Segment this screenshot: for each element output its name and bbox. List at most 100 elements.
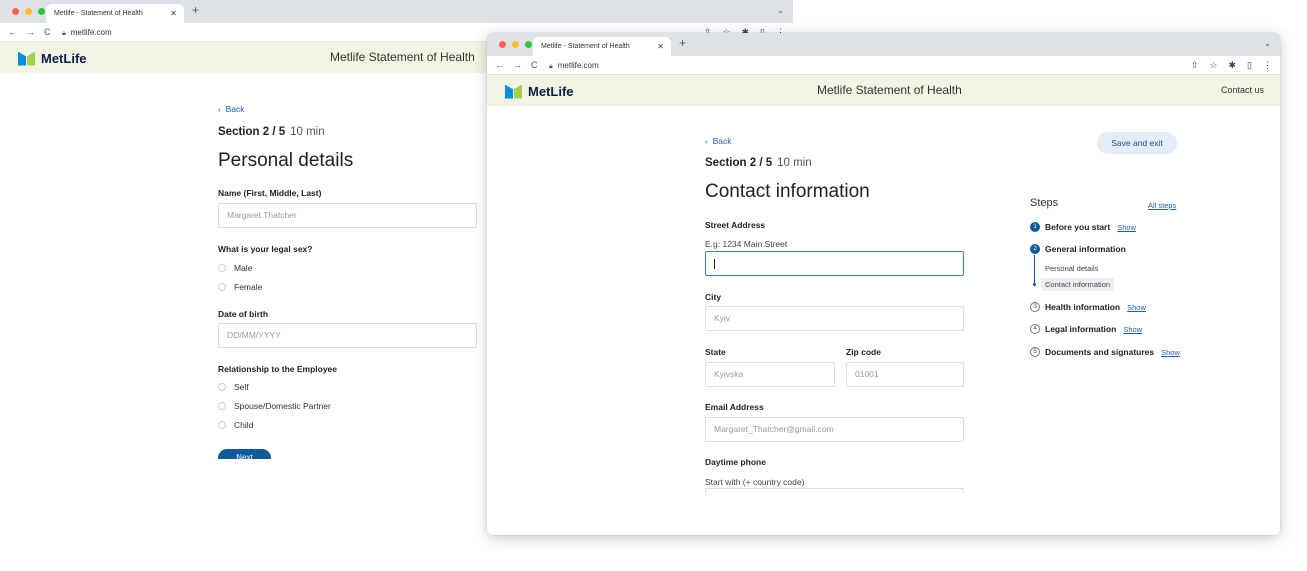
puzzle-icon[interactable]: ✱ [1229,56,1237,75]
legal-sex-label: What is your legal sex? [218,244,313,254]
sidebar-icon[interactable]: ▯ [1247,56,1252,75]
radio-self[interactable]: Self [218,382,249,392]
step-label: Before you start [1045,222,1111,232]
lock-icon: 🔒︎ [62,30,66,37]
star-icon[interactable]: ☆ [1209,56,1217,75]
back-link[interactable]: ‹ Back [705,136,731,146]
phone-label: Daytime phone [705,457,766,467]
tab-title: Metlife - Statement of Health [541,43,630,50]
forward-arrow-icon[interactable]: → [26,23,35,42]
minimize-window-icon[interactable] [25,8,32,15]
plus-icon[interactable]: + [192,3,199,17]
section-number: Section 2 / 5 [705,157,773,169]
email-input[interactable]: Margaret_Thatcher@gmail.com [705,417,964,442]
radio-label: Male [234,263,253,273]
zip-input[interactable]: 01001 [846,362,964,387]
page-fold [487,493,1280,535]
street-input[interactable] [705,251,964,276]
radio-male[interactable]: Male [218,263,252,273]
url-field[interactable]: 🔒︎ metlife.com [62,23,112,43]
app-header: MetLife Metlife Statement of Health Cont… [487,75,1280,106]
show-link[interactable]: Show [1127,303,1146,312]
close-window-icon[interactable] [12,8,19,15]
state-label: State [705,347,726,357]
street-label: Street Address [705,220,766,230]
close-icon[interactable]: ✕ [657,37,664,56]
logo-mark-icon [505,84,522,99]
chevron-left-icon: ‹ [705,136,708,146]
share-icon[interactable]: ⇧ [1191,56,1199,75]
progress-line [1034,255,1035,285]
show-link[interactable]: Show [1123,325,1142,334]
window-controls [499,41,532,48]
radio-circle [218,264,226,272]
step-number: 3 [1030,302,1040,312]
back-arrow-icon[interactable]: ← [495,56,504,75]
back-arrow-icon[interactable]: ← [8,23,17,42]
zip-label: Zip code [846,347,881,357]
dob-input[interactable]: DD/MM/YYYY [218,323,477,348]
close-window-icon[interactable] [499,41,506,48]
back-link-label: Back [225,104,245,114]
email-label: Email Address [705,402,764,412]
maximize-window-icon[interactable] [38,8,45,15]
progress-bullet [1033,283,1036,286]
tab-bar: Metlife - Statement of Health ✕ + ⌄ [487,33,1280,56]
browser-tab[interactable]: Metlife - Statement of Health ✕ [46,4,184,23]
header-title: Metlife Statement of Health [330,50,475,64]
substep-contact-information[interactable]: Contact information [1041,278,1115,291]
logo-text: MetLife [528,84,574,99]
section-indicator: Section 2 / 5 10 min [705,157,812,169]
step-number: 1 [1030,222,1040,232]
maximize-window-icon[interactable] [525,41,532,48]
browser-toolbar: ⇧ ☆ ✱ ▯ ⋮ [1191,56,1272,75]
steps-title: Steps [1030,197,1059,209]
minimize-window-icon[interactable] [512,41,519,48]
forward-arrow-icon[interactable]: → [513,56,522,75]
section-number: Section 2 / 5 [218,126,286,138]
plus-icon[interactable]: + [679,36,686,50]
step-number: 2 [1030,244,1040,254]
substep-personal-details[interactable]: Personal details [1045,264,1098,273]
city-input[interactable]: Kyiv [705,306,964,331]
url-field[interactable]: 🔒︎ metlife.com [549,56,599,76]
step-documents-and-signatures: 5 Documents and signatures Show [1030,347,1180,357]
metlife-logo[interactable]: MetLife [18,51,87,66]
state-input[interactable]: Kyivska [705,362,835,387]
radio-female[interactable]: Female [218,282,262,292]
contact-us-link[interactable]: Contact us [1221,75,1264,106]
radio-circle [218,283,226,291]
section-indicator: Section 2 / 5 10 min [218,126,325,138]
save-and-exit-button[interactable]: Save and exit [1097,132,1177,154]
step-label: Legal information [1045,324,1117,334]
show-link[interactable]: Show [1161,348,1180,357]
show-link[interactable]: Show [1117,223,1136,232]
section-duration: 10 min [777,157,812,169]
back-link[interactable]: ‹ Back [218,104,244,114]
window-controls [12,8,45,15]
back-link-label: Back [712,136,732,146]
radio-spouse[interactable]: Spouse/Domestic Partner [218,401,331,411]
radio-child[interactable]: Child [218,420,253,430]
step-before-you-start: 1 Before you start Show [1030,222,1136,232]
step-number: 4 [1030,324,1040,334]
street-hint: E.g: 1234 Main Street [705,239,788,249]
reload-icon[interactable]: C [531,56,538,75]
browser-tab[interactable]: Metlife - Statement of Health ✕ [533,37,671,56]
more-icon[interactable]: ⋮ [1263,56,1272,75]
reload-icon[interactable]: C [44,23,51,42]
name-input[interactable]: Margaret Thatcher [218,203,477,228]
metlife-logo[interactable]: MetLife [505,84,574,99]
radio-label: Child [234,420,254,430]
tab-bar: Metlife - Statement of Health ✕ + ⌄ [0,0,793,23]
chevron-down-icon[interactable]: ⌄ [777,6,784,15]
address-bar: ← → C 🔒︎ metlife.com ⇧ ☆ ✱ ▯ ⋮ [487,56,1280,75]
name-label: Name (First, Middle, Last) [218,188,322,198]
radio-label: Self [234,382,249,392]
radio-circle [218,402,226,410]
close-icon[interactable]: ✕ [170,4,177,23]
section-duration: 10 min [290,126,325,138]
chevron-down-icon[interactable]: ⌄ [1264,39,1271,48]
all-steps-link[interactable]: All steps [1148,201,1176,210]
page-title: Personal details [218,150,354,171]
